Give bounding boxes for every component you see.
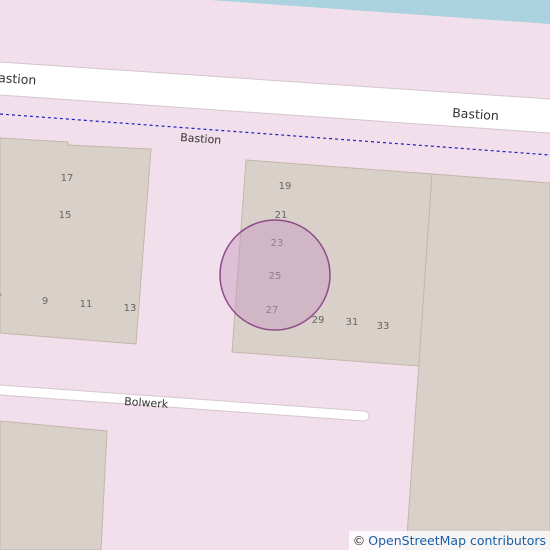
street-label-bastion-west: astion [0,70,37,88]
house-number: 15 [59,210,72,221]
building-left-bottom [0,420,108,550]
attribution-link[interactable]: OpenStreetMap contributors [368,533,546,548]
map-canvas[interactable]: astion Bastion Bastion Bolwerk 17 15 9 1… [0,0,550,550]
house-number: 17 [61,173,74,184]
building-right [405,173,550,550]
street-label-bastion-east: Bastion [452,105,500,123]
copyright-symbol: © [352,533,366,548]
house-number: 29 [312,315,325,326]
house-number: 9 [42,296,48,307]
house-number: 33 [377,321,390,332]
location-marker[interactable] [219,219,331,331]
house-number: 11 [80,299,93,310]
house-number: 19 [279,181,292,192]
house-number: 13 [124,303,137,314]
map-attribution: © OpenStreetMap contributors [348,531,550,550]
house-number: 31 [346,317,359,328]
